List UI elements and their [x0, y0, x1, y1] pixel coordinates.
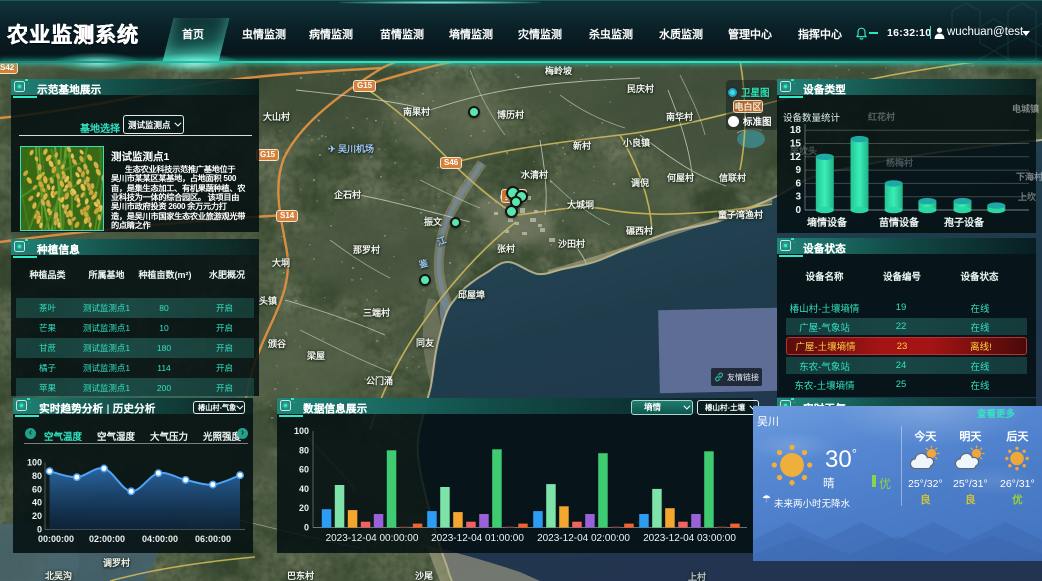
svg-text:02:00:00: 02:00:00 — [89, 534, 125, 544]
svg-text:2023-12-04 02:00:00: 2023-12-04 02:00:00 — [537, 533, 630, 544]
svg-text:20: 20 — [32, 511, 42, 521]
svg-text:0: 0 — [37, 525, 42, 535]
svg-text:墒情设备: 墒情设备 — [807, 216, 848, 229]
svg-text:0: 0 — [795, 205, 801, 216]
svg-text:40: 40 — [32, 498, 42, 508]
svg-text:20: 20 — [299, 503, 309, 513]
svg-text:9: 9 — [795, 165, 801, 176]
svg-text:00:00:00: 00:00:00 — [38, 534, 74, 544]
svg-text:40: 40 — [299, 484, 309, 494]
svg-text:18: 18 — [790, 125, 802, 136]
svg-text:0: 0 — [304, 523, 309, 533]
svg-text:60: 60 — [32, 484, 42, 494]
svg-text:80: 80 — [299, 445, 309, 455]
svg-text:苗情设备: 苗情设备 — [879, 216, 920, 229]
svg-text:3: 3 — [795, 192, 801, 203]
svg-text:2023-12-04 03:00:00: 2023-12-04 03:00:00 — [643, 533, 736, 544]
svg-text:6: 6 — [795, 178, 801, 189]
svg-text:60: 60 — [299, 465, 309, 475]
svg-text:孢子设备: 孢子设备 — [944, 216, 985, 229]
svg-text:100: 100 — [294, 426, 309, 436]
svg-text:06:00:00: 06:00:00 — [195, 534, 231, 544]
svg-text:2023-12-04 01:00:00: 2023-12-04 01:00:00 — [431, 533, 524, 544]
svg-text:80: 80 — [32, 471, 42, 481]
svg-text:100: 100 — [27, 458, 42, 468]
svg-text:04:00:00: 04:00:00 — [142, 534, 178, 544]
svg-text:2023-12-04 00:00:00: 2023-12-04 00:00:00 — [326, 533, 419, 544]
